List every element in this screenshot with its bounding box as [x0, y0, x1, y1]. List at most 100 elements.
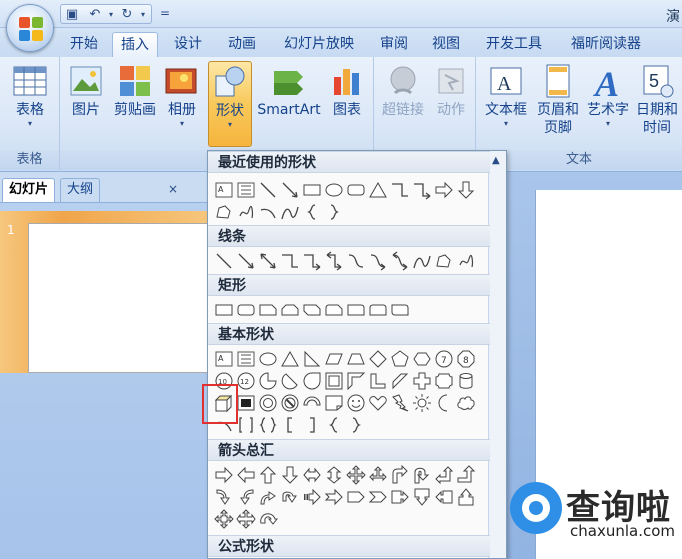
round-single-corner-rect-shape-icon[interactable] — [346, 300, 366, 320]
left-bracket-shape-icon[interactable] — [280, 415, 300, 435]
gallery-scrollbar[interactable]: ▲ — [488, 151, 506, 558]
line-shape-icon[interactable] — [214, 251, 234, 271]
round-same-side-rect-shape-icon[interactable] — [368, 300, 388, 320]
bent-arrow-shape-icon[interactable] — [390, 465, 410, 485]
qat-customize[interactable]: = — [160, 6, 170, 20]
redo-icon[interactable]: ↻ — [119, 7, 135, 23]
office-button[interactable] — [6, 4, 54, 52]
elbow-connector-shape-icon[interactable] — [280, 251, 300, 271]
header-footer-button[interactable]: 页眉和 页脚 — [532, 61, 584, 147]
block-arc-shape-icon[interactable] — [302, 393, 322, 413]
save-icon[interactable]: ▣ — [64, 7, 80, 23]
undo-icon[interactable]: ↶ — [87, 7, 103, 23]
line-shape-icon[interactable] — [258, 180, 278, 200]
smiley-face-shape-icon[interactable] — [346, 393, 366, 413]
moon-shape-icon[interactable] — [434, 393, 454, 413]
octagon-shape-icon[interactable]: 8 — [456, 349, 476, 369]
chord-shape-icon[interactable] — [280, 371, 300, 391]
curved-connector-shape-icon[interactable] — [346, 251, 366, 271]
curved-arrow-connector-shape-icon[interactable] — [368, 251, 388, 271]
freeform-shape-icon[interactable] — [214, 202, 234, 222]
up-down-arrow-shape-icon[interactable] — [324, 465, 344, 485]
shapes-button[interactable]: 形状 ▾ — [208, 61, 252, 147]
tab-view[interactable]: 视图 — [424, 32, 468, 57]
rounded-rect-shape-icon[interactable] — [236, 300, 256, 320]
down-arrow-shape-icon[interactable] — [280, 465, 300, 485]
down-arrow-callout-shape-icon[interactable] — [412, 487, 432, 507]
right-arrow-shape-icon[interactable] — [434, 180, 454, 200]
heart-shape-icon[interactable] — [368, 393, 388, 413]
tab-insert[interactable]: 插入 — [112, 32, 158, 57]
right-arrow-shape-icon[interactable] — [214, 465, 234, 485]
hexagon-shape-icon[interactable] — [412, 349, 432, 369]
datetime-button[interactable]: 5 日期和 时间 — [632, 61, 682, 147]
sun-shape-icon[interactable] — [412, 393, 432, 413]
quad-arrow-callout-shape-icon[interactable] — [214, 509, 234, 529]
arrow-line-shape-icon[interactable] — [280, 180, 300, 200]
double-arrow-line-shape-icon[interactable] — [258, 251, 278, 271]
oval-shape-icon[interactable] — [258, 349, 278, 369]
round-diagonal-rect-shape-icon[interactable] — [390, 300, 410, 320]
arrow-line-shape-icon[interactable] — [236, 251, 256, 271]
scroll-up-icon[interactable]: ▲ — [492, 155, 500, 166]
up-arrow-callout-shape-icon[interactable] — [456, 487, 476, 507]
can-shape-icon[interactable] — [456, 371, 476, 391]
scribble-shape-icon[interactable] — [236, 202, 256, 222]
tab-outline[interactable]: 大纲 — [60, 178, 101, 202]
picture-button[interactable]: 图片 — [66, 61, 106, 147]
curved-up-arrow-shape-icon[interactable] — [258, 487, 278, 507]
hyperlink-button[interactable]: 超链接 — [378, 61, 428, 147]
arc-shape-icon[interactable] — [258, 202, 278, 222]
close-icon[interactable]: × — [168, 182, 178, 196]
elbow-connector-shape-icon[interactable] — [390, 180, 410, 200]
tab-developer[interactable]: 开发工具 — [478, 32, 550, 57]
diagonal-stripe-shape-icon[interactable] — [390, 371, 410, 391]
qat-dropdown-icon[interactable]: ▾ — [135, 7, 151, 23]
chart-button[interactable]: 图表 — [326, 61, 368, 147]
teardrop-shape-icon[interactable] — [302, 371, 322, 391]
trapezoid-shape-icon[interactable] — [346, 349, 366, 369]
dodecagon-shape-icon[interactable]: 12 — [236, 371, 256, 391]
scribble-shape-icon[interactable] — [456, 251, 476, 271]
curved-right-arrow-shape-icon[interactable] — [214, 487, 234, 507]
snip-diagonal-rect-shape-icon[interactable] — [302, 300, 322, 320]
cloud-shape-icon[interactable] — [456, 393, 476, 413]
notched-right-arrow-shape-icon[interactable] — [324, 487, 344, 507]
folded-corner-shape-icon[interactable] — [324, 393, 344, 413]
curved-down-arrow-shape-icon[interactable] — [280, 487, 300, 507]
no-symbol-shape-icon[interactable] — [280, 393, 300, 413]
left-up-arrow-shape-icon[interactable] — [434, 465, 454, 485]
left-right-arrow-shape-icon[interactable] — [302, 465, 322, 485]
rectangle-shape-icon[interactable] — [302, 180, 322, 200]
down-arrow-shape-icon[interactable] — [456, 180, 476, 200]
tab-home[interactable]: 开始 — [62, 32, 106, 57]
right-bracket-shape-icon[interactable] — [302, 415, 322, 435]
bevel-shape-icon[interactable] — [236, 393, 256, 413]
right-brace-shape-icon[interactable] — [324, 202, 344, 222]
pentagon-arrow-shape-icon[interactable] — [346, 487, 366, 507]
double-bracket-shape-icon[interactable] — [236, 415, 256, 435]
vertical-textbox-shape-icon[interactable] — [236, 349, 256, 369]
triangle-shape-icon[interactable] — [280, 349, 300, 369]
circular-arrow-shape-icon[interactable] — [258, 509, 278, 529]
left-brace-shape-icon[interactable] — [302, 202, 322, 222]
textbox-button[interactable]: A 文本框 ▾ — [482, 61, 530, 147]
donut-shape-icon[interactable] — [258, 393, 278, 413]
curve-shape-icon[interactable] — [412, 251, 432, 271]
l-shape-icon[interactable] — [368, 371, 388, 391]
slide-selection[interactable]: 1 — [0, 211, 210, 373]
tab-foxit[interactable]: 福昕阅读器 — [560, 32, 652, 57]
chevron-shape-icon[interactable] — [368, 487, 388, 507]
tab-slideshow[interactable]: 幻灯片放映 — [276, 32, 362, 57]
action-button[interactable]: 动作 — [430, 61, 472, 147]
slide-thumbnail[interactable] — [28, 223, 210, 373]
left-brace-shape-icon[interactable] — [324, 415, 344, 435]
striped-right-arrow-shape-icon[interactable] — [302, 487, 322, 507]
heptagon-shape-icon[interactable]: 7 — [434, 349, 454, 369]
right-triangle-shape-icon[interactable] — [302, 349, 322, 369]
quad-arrow-callout-alt-shape-icon[interactable] — [236, 509, 256, 529]
half-frame-shape-icon[interactable] — [346, 371, 366, 391]
up-arrow-shape-icon[interactable] — [258, 465, 278, 485]
frame-shape-icon[interactable] — [324, 371, 344, 391]
left-arrow-shape-icon[interactable] — [236, 465, 256, 485]
